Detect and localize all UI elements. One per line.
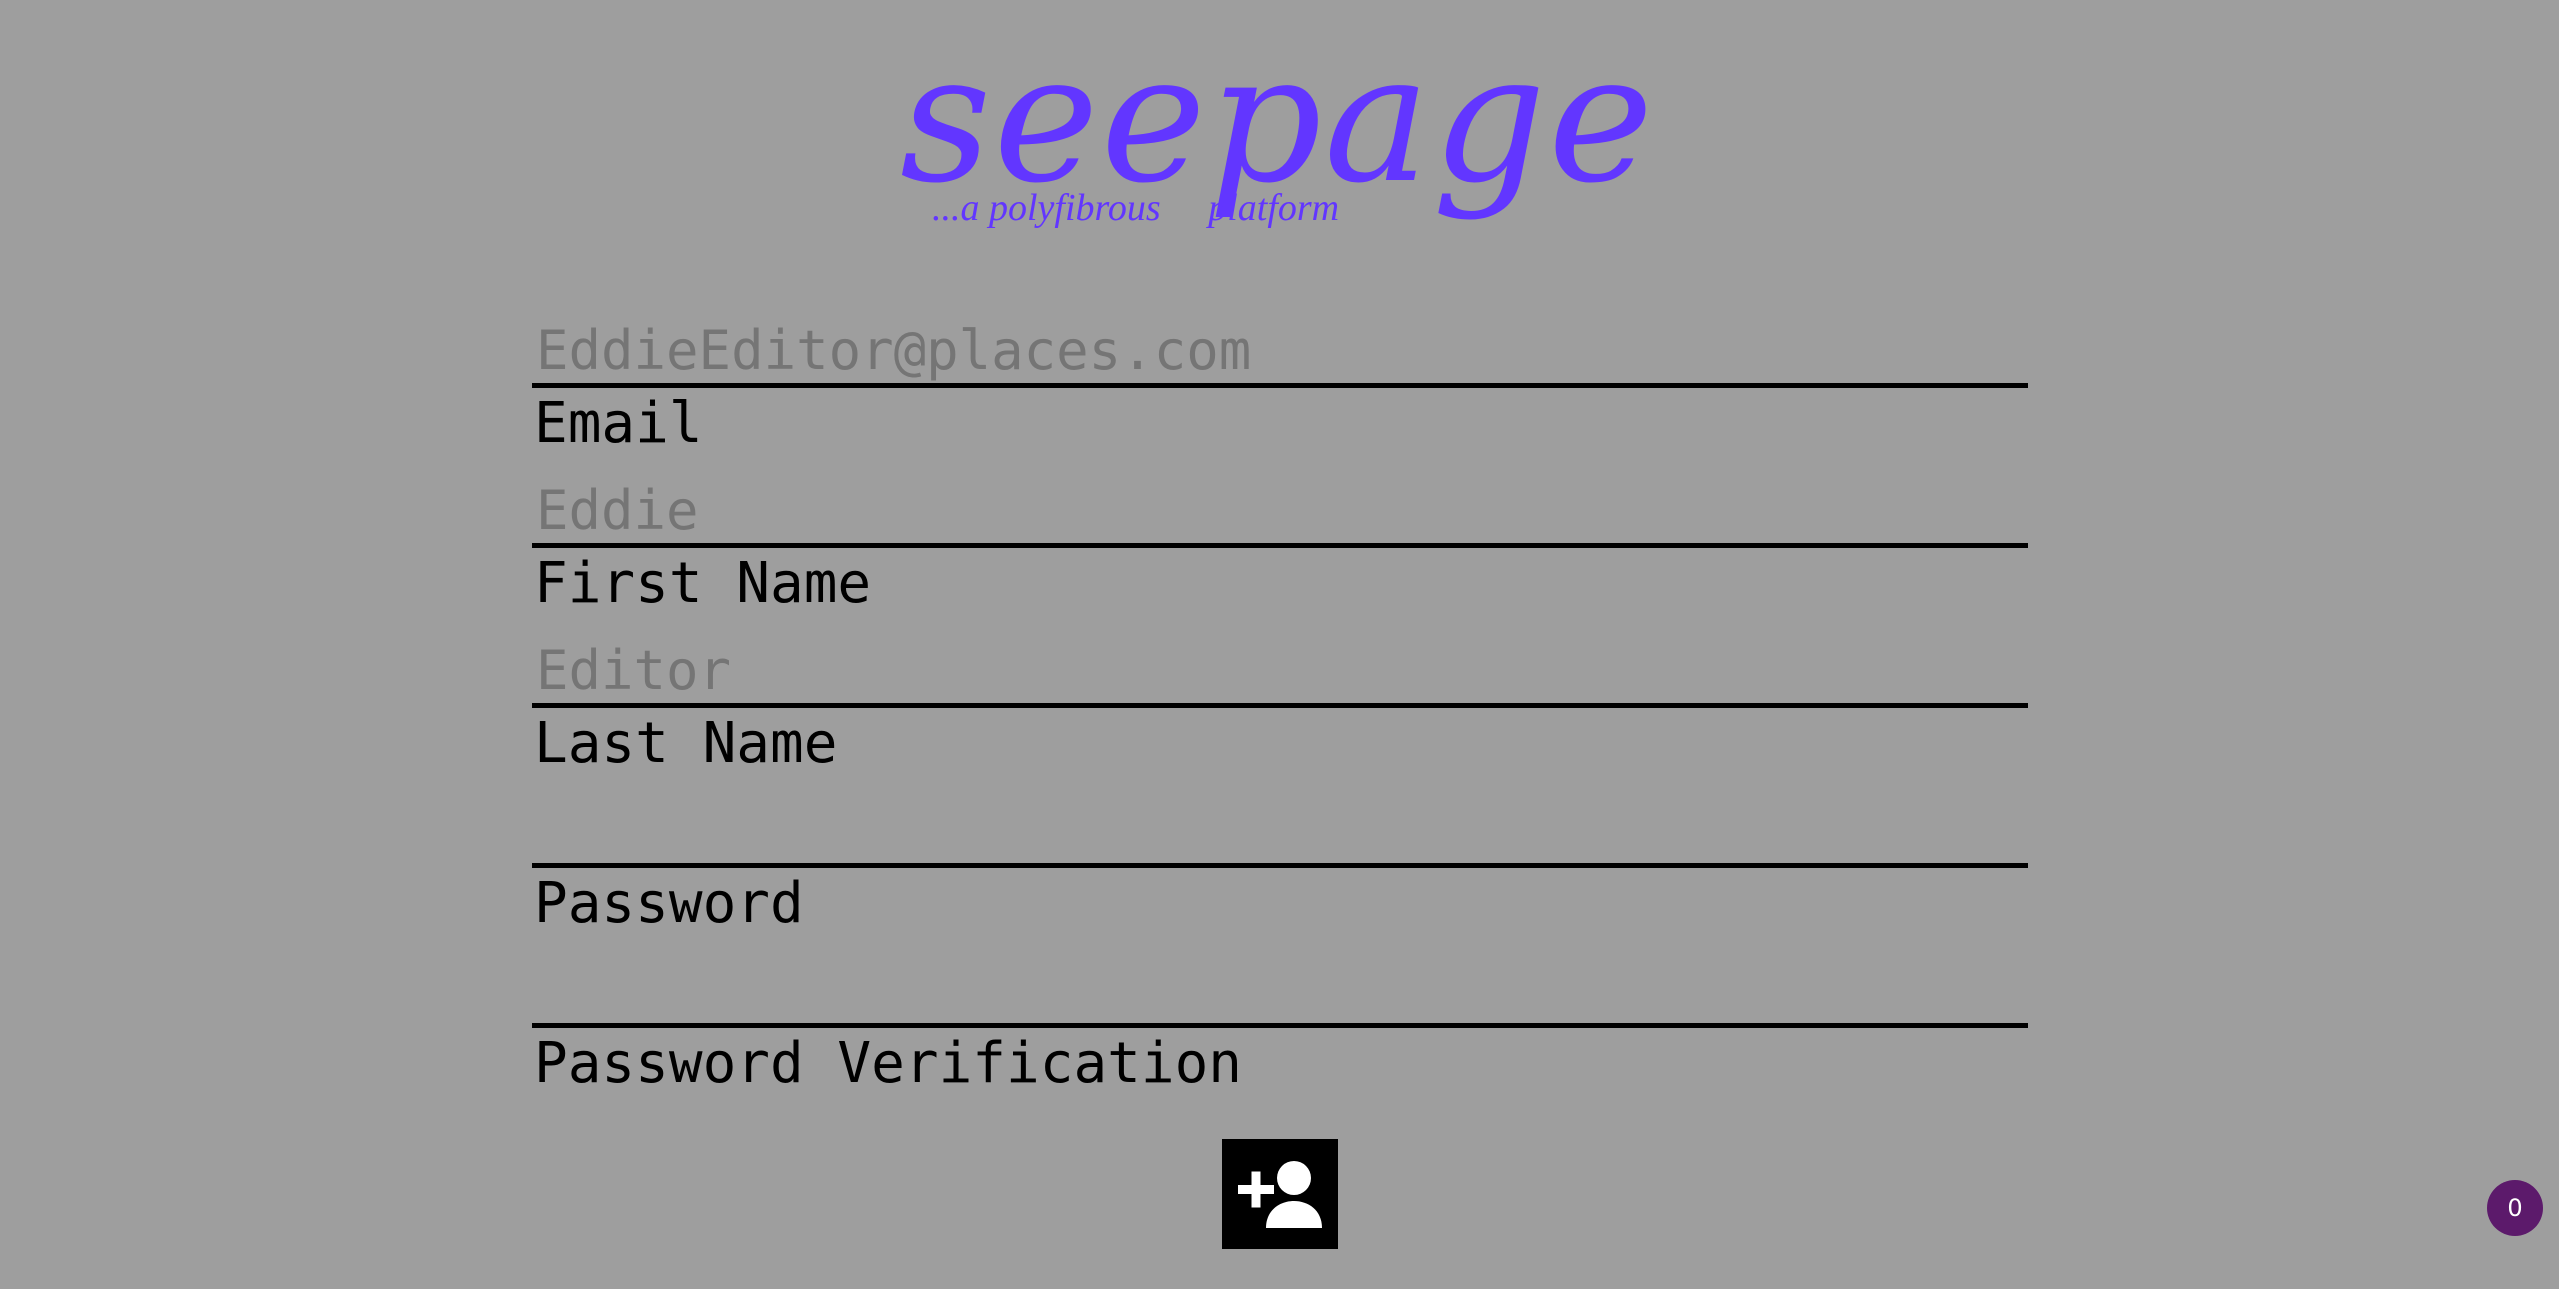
brand-tagline: ...a polyfibrous platform bbox=[932, 187, 1340, 229]
last-name-field[interactable] bbox=[532, 632, 2028, 708]
first-name-field-group: First Name bbox=[532, 472, 2028, 632]
brand-name: seepage bbox=[900, 15, 1656, 222]
password-label: Password bbox=[534, 871, 804, 936]
password-verification-field[interactable] bbox=[532, 952, 2028, 1028]
last-name-label: Last Name bbox=[534, 711, 838, 776]
password-field[interactable] bbox=[532, 792, 2028, 868]
last-name-field-group: Last Name bbox=[532, 632, 2028, 792]
password-field-group: Password bbox=[532, 792, 2028, 952]
email-field[interactable] bbox=[532, 312, 2028, 388]
signup-form: Email First Name Last Name Password Pass… bbox=[532, 312, 2028, 1112]
add-user-icon bbox=[1238, 1161, 1322, 1228]
email-field-group: Email bbox=[532, 312, 2028, 472]
password-verification-label: Password Verification bbox=[534, 1031, 1243, 1096]
first-name-field[interactable] bbox=[532, 472, 2028, 548]
first-name-label: First Name bbox=[534, 551, 872, 616]
email-label: Email bbox=[534, 391, 703, 456]
password-verification-field-group: Password Verification bbox=[532, 952, 2028, 1112]
notification-badge[interactable]: 0 bbox=[2487, 1180, 2543, 1236]
add-user-button[interactable] bbox=[1222, 1139, 1338, 1249]
brand-logo: seepage ...a polyfibrous platform bbox=[890, 30, 1670, 240]
